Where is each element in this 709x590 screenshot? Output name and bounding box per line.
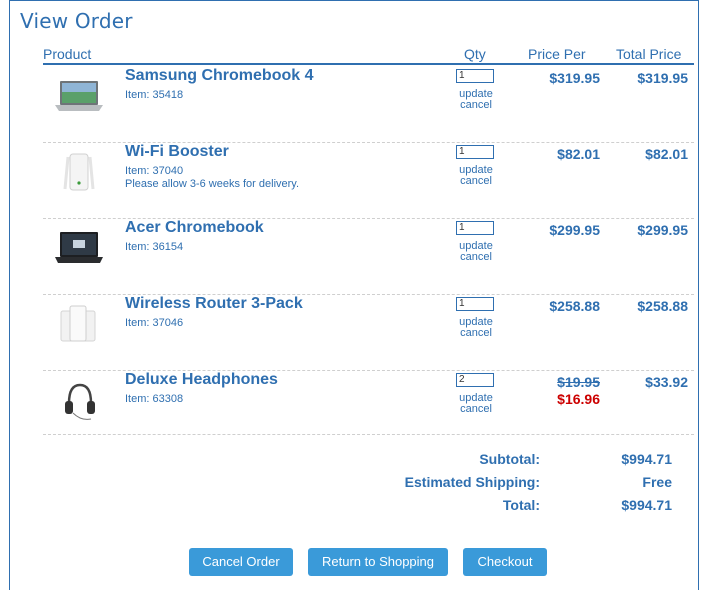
item-number: Item: 63308 (125, 393, 184, 405)
column-header-total-price: Total Price (616, 46, 682, 62)
page-title: View Order (20, 9, 133, 33)
cancel-item-link[interactable]: cancel (454, 252, 498, 263)
line-total: $82.01 (645, 146, 688, 162)
product-name-link[interactable]: Acer Chromebook (125, 219, 264, 237)
item-number: Item: 37046 (125, 317, 184, 329)
product-name-link[interactable]: Wireless Router 3-Pack (125, 295, 303, 313)
cancel-item-link[interactable]: cancel (454, 328, 498, 339)
unit-price: $258.88 (549, 298, 600, 314)
unit-price: $319.95 (549, 70, 600, 86)
line-total: $33.92 (645, 374, 688, 390)
cancel-item-link[interactable]: cancel (454, 176, 498, 187)
column-header-product: Product (43, 46, 92, 62)
table-row: Acer Chromebook Item: 36154 1 update can… (43, 219, 694, 295)
column-header-qty: Qty (464, 46, 486, 62)
product-name-link[interactable]: Deluxe Headphones (125, 371, 278, 389)
laptop-icon[interactable] (51, 227, 107, 267)
total-label: Total: (502, 497, 540, 513)
headphones-icon[interactable] (51, 379, 107, 420)
shipping-label: Estimated Shipping: (404, 474, 540, 490)
item-number: Item: 37040 (125, 165, 184, 177)
original-price: $19.95 (557, 374, 600, 390)
delivery-note: Please allow 3-6 weeks for delivery. (125, 178, 300, 190)
router-icon[interactable] (51, 303, 107, 343)
quantity-input[interactable]: 1 (456, 297, 494, 311)
cancel-order-button[interactable]: Cancel Order (189, 548, 293, 576)
header-divider (43, 63, 694, 65)
order-panel: View Order Product Qty Price Per Total P… (9, 0, 699, 590)
subtotal-value: $994.71 (621, 451, 672, 467)
unit-price: $299.95 (549, 222, 600, 238)
sale-price: $16.96 (557, 391, 600, 407)
laptop-icon[interactable] (51, 75, 107, 115)
cancel-item-link[interactable]: cancel (454, 404, 498, 415)
total-value: $994.71 (621, 497, 672, 513)
shipping-value: Free (642, 474, 672, 490)
quantity-input[interactable]: 1 (456, 145, 494, 159)
line-total: $258.88 (637, 298, 688, 314)
table-row: Samsung Chromebook 4 Item: 35418 1 updat… (43, 67, 694, 143)
product-name-link[interactable]: Wi-Fi Booster (125, 143, 229, 161)
wifi-booster-icon[interactable] (51, 151, 107, 191)
cancel-item-link[interactable]: cancel (454, 100, 498, 111)
return-to-shopping-button[interactable]: Return to Shopping (308, 548, 448, 576)
column-header-price-per: Price Per (528, 46, 586, 62)
table-row: Wi-Fi Booster Item: 37040 Please allow 3… (43, 143, 694, 219)
quantity-input[interactable]: 2 (456, 373, 494, 387)
item-number: Item: 35418 (125, 89, 184, 101)
unit-price: $82.01 (557, 146, 600, 162)
subtotal-label: Subtotal: (479, 451, 540, 467)
quantity-input[interactable]: 1 (456, 221, 494, 235)
quantity-input[interactable]: 1 (456, 69, 494, 83)
table-row: Wireless Router 3-Pack Item: 37046 1 upd… (43, 295, 694, 371)
row-divider (43, 434, 694, 435)
line-total: $319.95 (637, 70, 688, 86)
checkout-button[interactable]: Checkout (463, 548, 547, 576)
line-total: $299.95 (637, 222, 688, 238)
product-name-link[interactable]: Samsung Chromebook 4 (125, 67, 313, 85)
item-number: Item: 36154 (125, 241, 184, 253)
table-row: Deluxe Headphones Item: 63308 2 update c… (43, 371, 694, 435)
